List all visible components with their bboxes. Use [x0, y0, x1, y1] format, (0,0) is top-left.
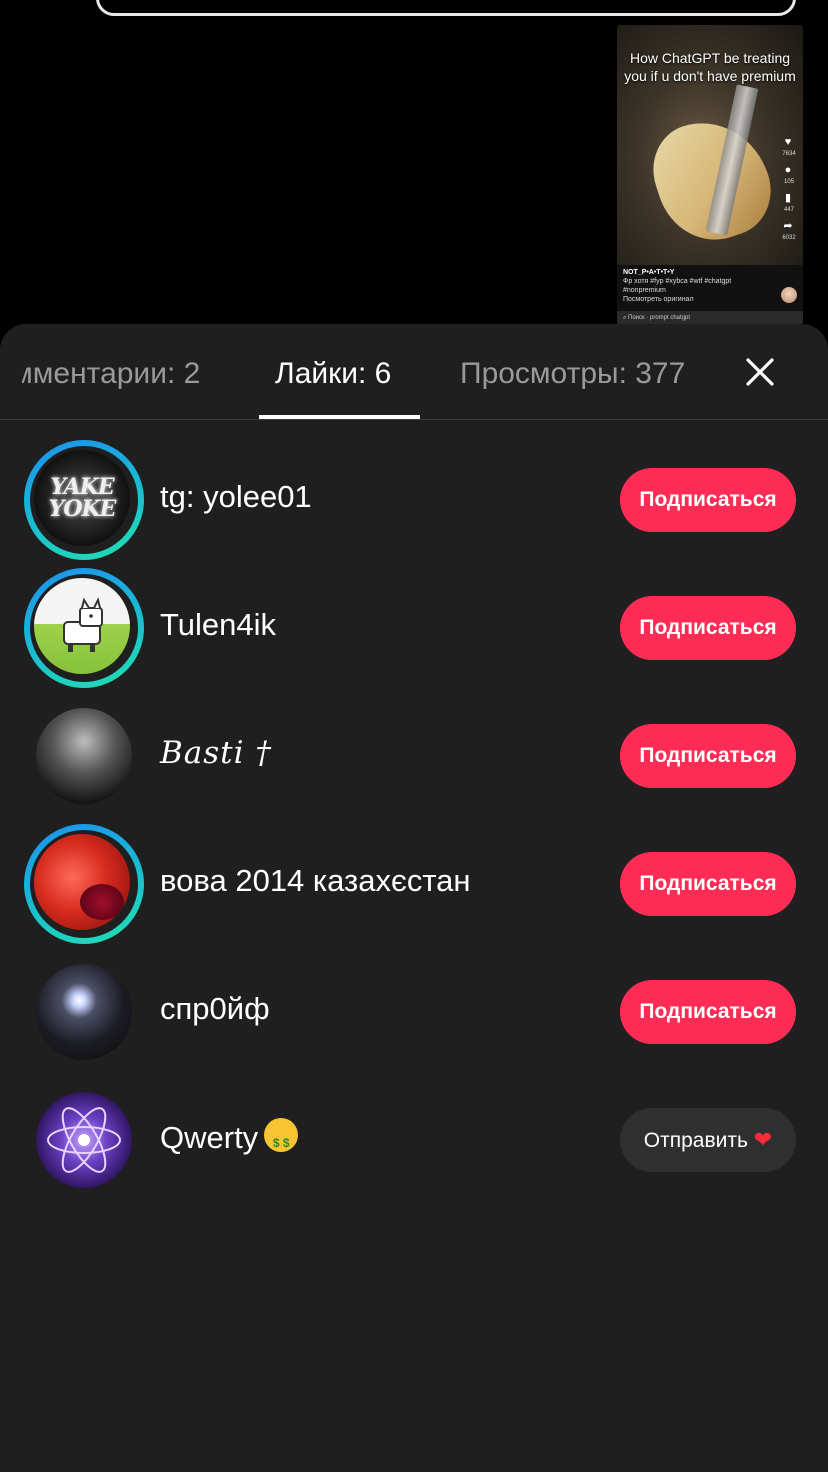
username-row[interactable]: Qwerty — [160, 1118, 299, 1162]
video-caption: How ChatGPT be treating you if u don't h… — [624, 50, 796, 84]
close-icon[interactable] — [740, 352, 780, 392]
bookmark-icon: ▮ — [784, 192, 792, 204]
comments-count: 105 — [783, 179, 794, 185]
username[interactable]: Qwerty — [160, 1120, 258, 1155]
tab-comments-label: Комментарии: 2 — [22, 357, 201, 390]
follow-button[interactable]: Подписаться — [620, 852, 796, 916]
video-description: Фр хотя #fyp #xybca #wtf #chatgpt #nonpr… — [623, 278, 732, 294]
likes-count: 7634 — [782, 151, 796, 157]
sound-avatar — [781, 287, 797, 303]
send-button-label: Отправить — [643, 1129, 748, 1152]
list-item[interactable]: Qwerty Отправить ❤ — [0, 1078, 828, 1206]
list-item[interactable]: YAKE YOKE tg: yolee01 Подписаться — [0, 438, 828, 566]
avatar-image — [36, 708, 132, 804]
avatar[interactable] — [24, 696, 144, 816]
username[interactable]: 𝐵𝑎𝑠𝑡𝑖 † — [160, 734, 272, 772]
saves-count: 447 — [783, 207, 794, 213]
tab-comments[interactable]: Комментарии: 2 — [22, 356, 232, 392]
username[interactable]: tg: yolee01 — [160, 478, 312, 516]
follow-button[interactable]: Подписаться — [620, 468, 796, 532]
username[interactable]: вова 2014 казахєстан — [160, 862, 471, 900]
video-side-actions: ♥ 7634 ● 105 ▮ 447 ➦ 6032 — [781, 135, 797, 247]
avatar-logo-text: YAKE YOKE — [48, 474, 117, 522]
story-ring: YAKE YOKE — [24, 440, 144, 560]
avatar[interactable] — [24, 824, 144, 944]
follow-button[interactable]: Подписаться — [620, 596, 796, 660]
avatar[interactable] — [24, 952, 144, 1072]
follow-button[interactable]: Подписаться — [620, 724, 796, 788]
cartoon-dog-icon — [63, 597, 103, 652]
story-ring — [24, 568, 144, 688]
view-original-link: Посмотреть оригинал — [623, 296, 694, 303]
avatar-image — [34, 578, 130, 674]
video-search-text: Поиск · prompt chatgpt — [628, 315, 691, 321]
money-mouth-face-emoji — [264, 1118, 299, 1162]
video-meta: NOT_P•A•T•T•Y Фр хотя #fyp #xybca #wtf #… — [623, 268, 773, 304]
list-item[interactable]: спр0йф Подписаться — [0, 950, 828, 1078]
shares-count: 6032 — [782, 235, 796, 241]
heart-icon: ♥ — [784, 136, 792, 148]
search-bar-fragment[interactable] — [96, 0, 796, 16]
share-icon: ➦ — [783, 220, 793, 232]
send-button[interactable]: Отправить ❤ — [620, 1108, 796, 1172]
comment-icon: ● — [784, 164, 792, 176]
follow-button[interactable]: Подписаться — [620, 980, 796, 1044]
likes-list: YAKE YOKE tg: yolee01 Подписаться Tulen4… — [0, 438, 828, 1206]
avatar-image: YAKE YOKE — [34, 450, 130, 546]
list-item[interactable]: вова 2014 казахєстан Подписаться — [0, 822, 828, 950]
avatar[interactable]: YAKE YOKE — [24, 440, 144, 560]
avatar-image — [34, 834, 130, 930]
video-username: NOT_P•A•T•T•Y — [623, 269, 675, 276]
list-item[interactable]: 𝐵𝑎𝑠𝑡𝑖 † Подписаться — [0, 694, 828, 822]
active-tab-indicator — [259, 415, 420, 419]
video-search-bar: ⌕ Поиск · prompt chatgpt — [617, 311, 803, 325]
avatar[interactable] — [24, 568, 144, 688]
avatar-image — [36, 1092, 132, 1188]
username[interactable]: Tulen4ik — [160, 606, 276, 644]
tab-bar: Комментарии: 2 Лайки: 6 Просмотры: 377 — [0, 324, 828, 420]
tab-views[interactable]: Просмотры: 377 — [460, 356, 685, 392]
tab-likes[interactable]: Лайки: 6 — [275, 356, 391, 392]
activity-sheet: Комментарии: 2 Лайки: 6 Просмотры: 377 Y… — [0, 324, 828, 1472]
heart-icon: ❤ — [753, 1127, 773, 1152]
list-item[interactable]: Tulen4ik Подписаться — [0, 566, 828, 694]
video-preview[interactable]: How ChatGPT be treating you if u don't h… — [617, 25, 803, 325]
story-ring — [24, 824, 144, 944]
avatar[interactable] — [24, 1080, 144, 1200]
pomegranate-image — [80, 884, 124, 920]
username[interactable]: спр0йф — [160, 990, 270, 1028]
avatar-image — [36, 964, 132, 1060]
atom-icon — [47, 1107, 121, 1173]
